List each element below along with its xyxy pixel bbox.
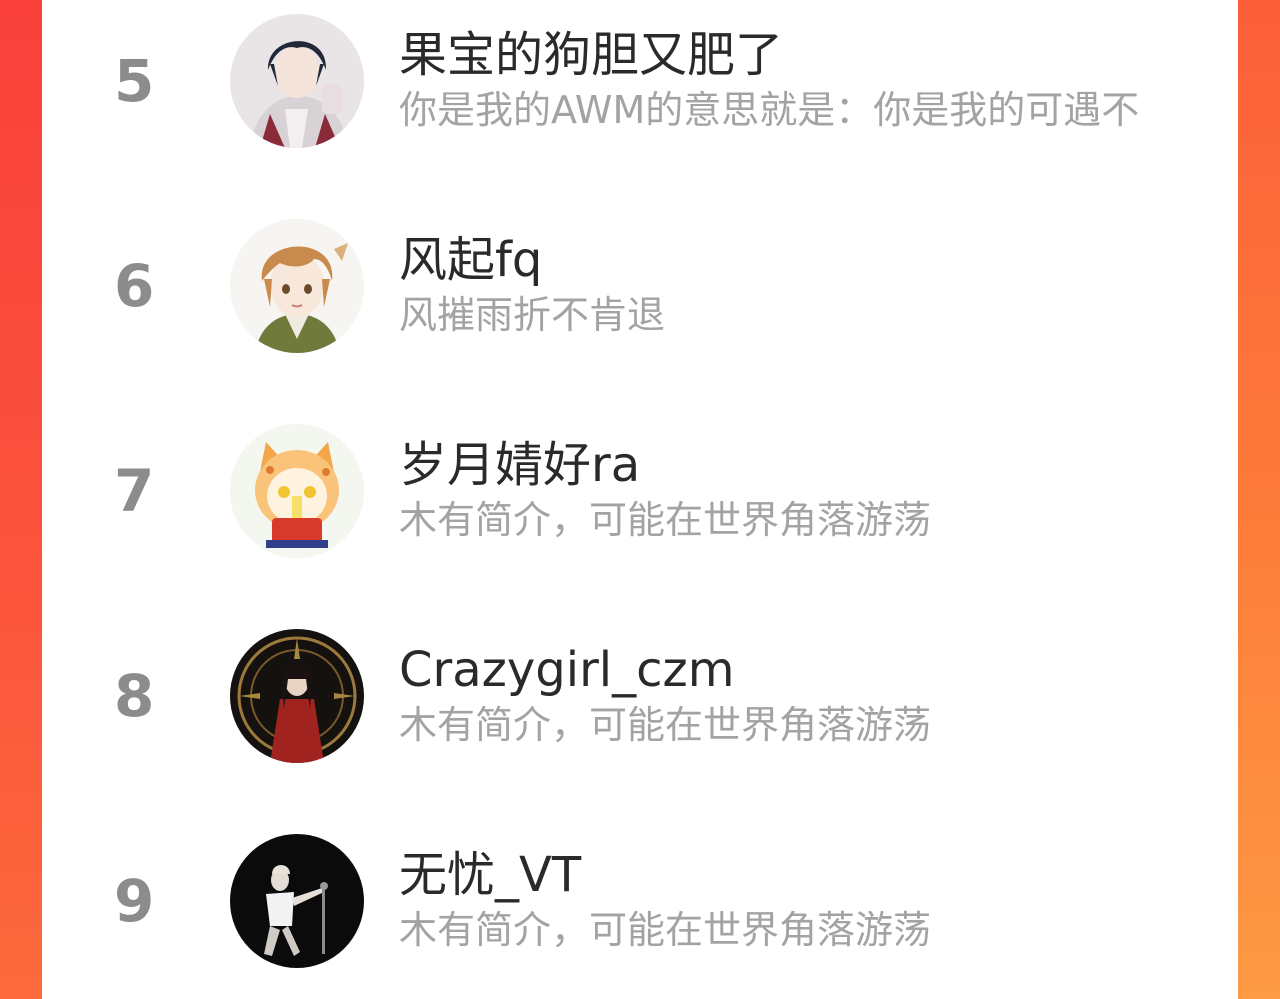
user-bio: 风摧雨折不肯退 [399, 293, 666, 337]
anime-boy-brown-hair-avatar-icon [230, 219, 364, 353]
user-name: 果宝的狗胆又肥了 [399, 27, 784, 83]
rank-number: 5 [114, 47, 155, 115]
rank-number: 6 [114, 252, 155, 320]
right-gradient-border [1238, 0, 1280, 999]
user-name: 无忧_VT [399, 847, 582, 903]
user-bio: 木有简介，可能在世界角落游荡 [399, 703, 932, 747]
user-bio: 木有简介，可能在世界角落游荡 [399, 908, 932, 952]
left-gradient-border [0, 0, 42, 999]
ranking-row[interactable]: 6 风起fq 风摧雨折不肯退 [42, 215, 1238, 365]
red-robe-character-avatar-icon [230, 629, 364, 763]
user-avatar[interactable] [230, 14, 364, 148]
ranking-row[interactable]: 7 岁月婧好ra 木有简介，可能在世界角落游荡 [42, 420, 1238, 570]
ranking-row[interactable]: 8 Crazygirl_czm 木有简介，可能在世界角落游荡 [42, 625, 1238, 775]
user-avatar[interactable] [230, 834, 364, 968]
rank-number: 9 [114, 867, 155, 935]
rank-number: 8 [114, 662, 155, 730]
ranking-row[interactable]: 9 无忧_VT 木有简介，可能在世界角落游荡 [42, 830, 1238, 980]
ranking-row[interactable]: 5 果宝的狗胆又肥了 你是我的AWM的意思就是：你是我的可遇不 [42, 10, 1238, 160]
ranking-panel: 5 果宝的狗胆又肥了 你是我的AWM的意思就是：你是我的可遇不 6 风起fq 风… [42, 0, 1238, 999]
user-name: Crazygirl_czm [399, 642, 735, 698]
user-bio: 你是我的AWM的意思就是：你是我的可遇不 [399, 88, 1140, 132]
cartoon-cat-hood-avatar-icon [230, 424, 364, 558]
singer-on-stage-avatar-icon [230, 834, 364, 968]
user-bio: 木有简介，可能在世界角落游荡 [399, 498, 932, 542]
user-name: 风起fq [399, 232, 543, 288]
user-avatar[interactable] [230, 219, 364, 353]
user-avatar[interactable] [230, 424, 364, 558]
rank-number: 7 [114, 457, 155, 525]
user-avatar[interactable] [230, 629, 364, 763]
anime-boy-avatar-icon [230, 14, 364, 148]
user-name: 岁月婧好ra [399, 437, 641, 493]
